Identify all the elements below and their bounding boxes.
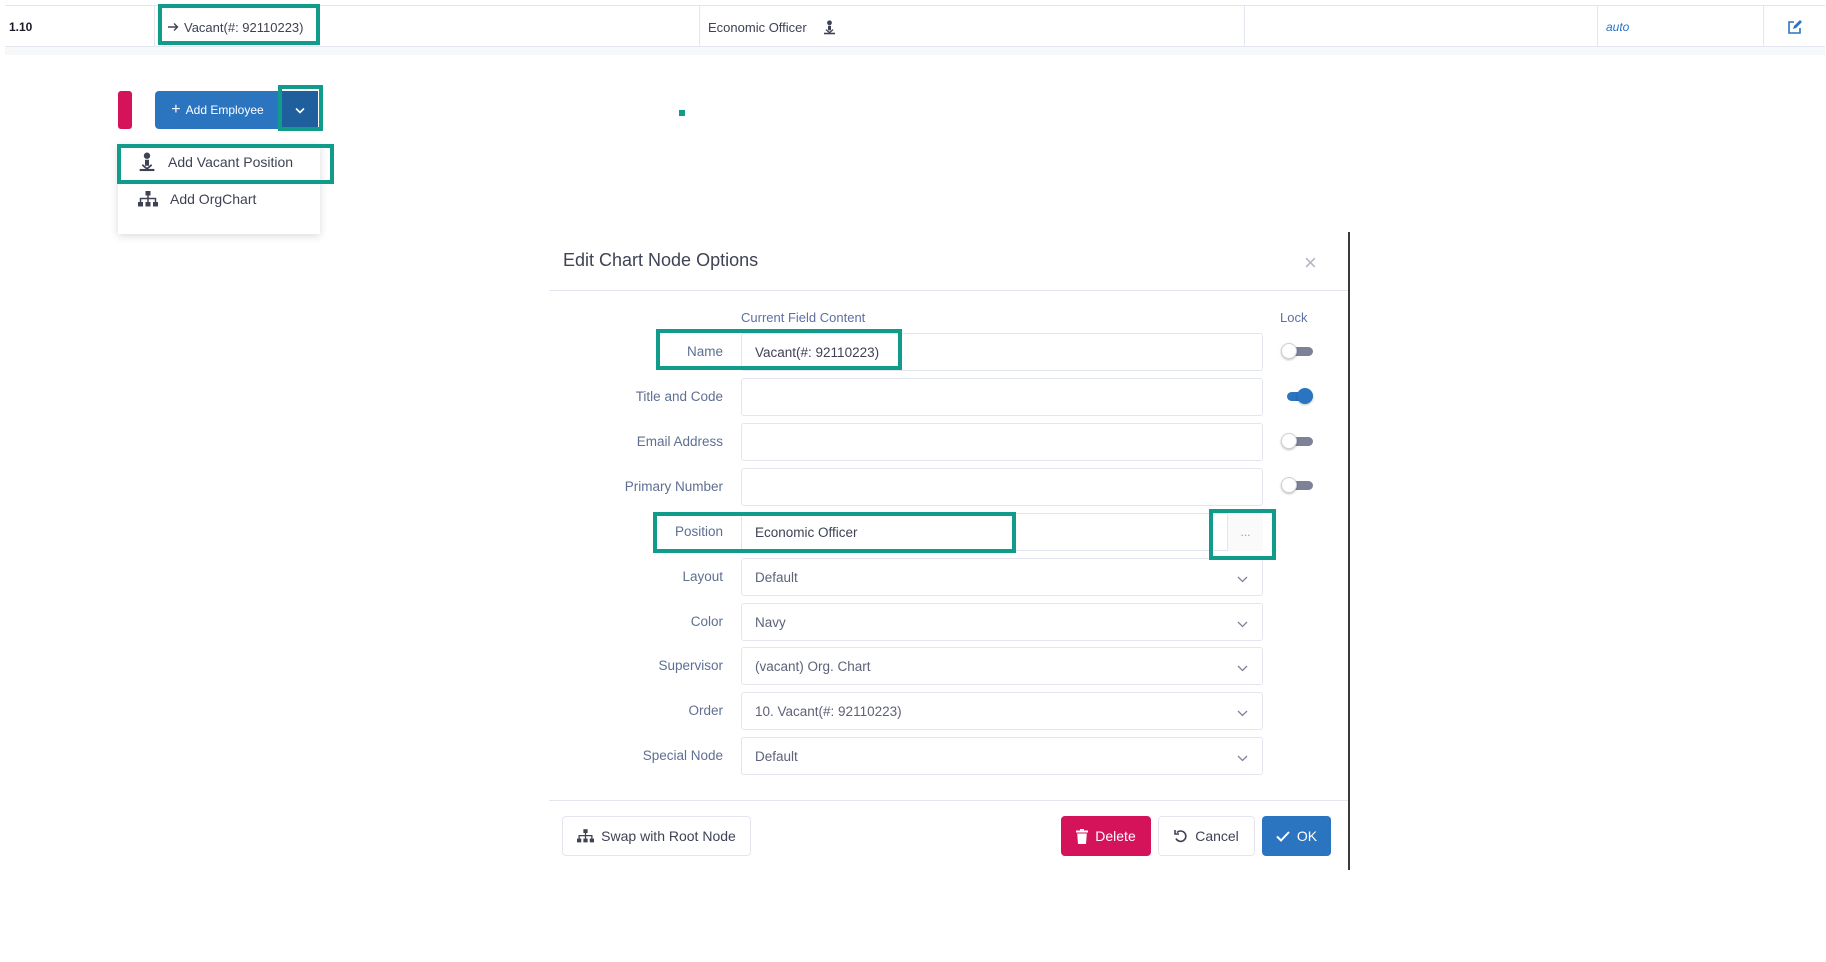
layout-select[interactable]: Default [741,558,1263,596]
order-label: Order [688,703,723,718]
sitemap-icon [138,191,158,207]
add-employee-dropdown-toggle[interactable] [281,91,318,129]
ok-button[interactable]: OK [1262,816,1331,856]
position-picker-button[interactable]: ... [1227,513,1263,551]
row-number-cell: 1.10 [5,6,154,48]
dialog-title: Edit Chart Node Options [563,250,759,270]
order-select[interactable]: 10. Vacant(#: 92110223) [741,692,1263,730]
title-code-lock-toggle[interactable] [1281,388,1315,404]
row-number: 1.10 [9,20,33,34]
row-position-cell: Economic Officer [699,6,1244,48]
edit-icon[interactable] [1787,19,1803,35]
marker-dot [679,110,685,116]
layout-label: Layout [682,569,723,584]
color-label: Color [690,614,723,629]
row-mode-cell: auto [1597,6,1763,48]
chevron-down-icon [1237,571,1248,586]
chevron-down-icon [1237,660,1248,675]
email-field[interactable] [741,423,1263,461]
supervisor-select[interactable]: (vacant) Org. Chart [741,647,1263,685]
modal-right-edge [1348,232,1350,870]
menu-item-label: Add OrgChart [170,191,257,207]
plus-icon: + [171,101,181,118]
menu-item-add-vacant-position[interactable]: Add Vacant Position [118,144,320,180]
delete-label: Delete [1095,828,1136,844]
red-button-edge[interactable] [118,91,132,129]
name-value: Vacant(#: 92110223) [755,344,880,360]
row-mode: auto [1606,20,1630,34]
primary-number-label: Primary Number [624,479,723,494]
primary-number-lock-toggle[interactable] [1281,477,1315,493]
chevron-down-icon [1237,616,1248,631]
row-name: Vacant(#: 92110223) [184,19,304,35]
add-employee-button[interactable]: + Add Employee [155,91,280,129]
table-divider [5,47,1825,55]
delete-button[interactable]: Delete [1061,816,1151,856]
table-row: 1.10 Vacant(#: 92110223) Economic Office… [5,5,1825,48]
swap-root-node-label: Swap with Root Node [601,828,736,844]
color-value: Navy [755,614,786,630]
close-icon[interactable]: × [1304,250,1317,276]
check-icon [1276,830,1290,842]
sitemap-icon [577,829,595,843]
color-select[interactable]: Navy [741,603,1263,641]
cancel-label: Cancel [1195,828,1239,844]
name-label: Name [686,344,723,359]
menu-item-add-orgchart[interactable]: Add OrgChart [118,181,320,217]
swap-root-node-button[interactable]: Swap with Root Node [562,816,751,856]
layout-value: Default [755,569,798,585]
footer-divider [549,800,1348,801]
position-field[interactable]: Economic Officer [741,513,1263,551]
arrow-right-icon [167,21,180,33]
email-label: Email Address [636,434,723,449]
row-empty-cell [1244,6,1597,48]
special-node-value: Default [755,748,798,764]
chevron-down-icon [294,107,305,114]
cancel-button[interactable]: Cancel [1158,816,1255,856]
header-divider [549,290,1348,291]
chevron-down-icon [1237,750,1248,765]
row-position: Economic Officer [708,19,807,35]
email-lock-toggle[interactable] [1281,433,1315,449]
title-code-label: Title and Code [635,389,723,404]
row-edit-cell[interactable] [1763,6,1825,48]
vacant-person-icon [138,152,156,172]
menu-item-label: Add Vacant Position [168,154,294,170]
edit-chart-node-dialog: Edit Chart Node Options × Current Field … [549,232,1350,869]
name-lock-toggle[interactable] [1281,343,1315,359]
row-name-cell[interactable]: Vacant(#: 92110223) [154,6,699,48]
position-value: Economic Officer [755,524,858,540]
name-field[interactable]: Vacant(#: 92110223) [741,333,1263,371]
order-value: 10. Vacant(#: 92110223) [755,703,902,719]
column-header-content: Current Field Content [741,310,866,325]
ok-label: OK [1296,828,1318,844]
trash-icon [1076,828,1089,844]
column-header-lock: Lock [1280,310,1308,325]
title-code-field[interactable] [741,378,1263,416]
special-node-label: Special Node [642,748,723,763]
add-employee-dropdown-menu: Add Vacant Position Add OrgChart [118,144,320,234]
supervisor-value: (vacant) Org. Chart [755,658,871,674]
add-employee-label: Add Employee [185,103,264,117]
chevron-down-icon [1237,705,1248,720]
primary-number-field[interactable] [741,468,1263,506]
special-node-select[interactable]: Default [741,737,1263,775]
supervisor-label: Supervisor [658,658,723,673]
undo-icon [1174,829,1188,843]
vacant-person-icon [823,19,836,35]
position-label: Position [674,524,723,539]
